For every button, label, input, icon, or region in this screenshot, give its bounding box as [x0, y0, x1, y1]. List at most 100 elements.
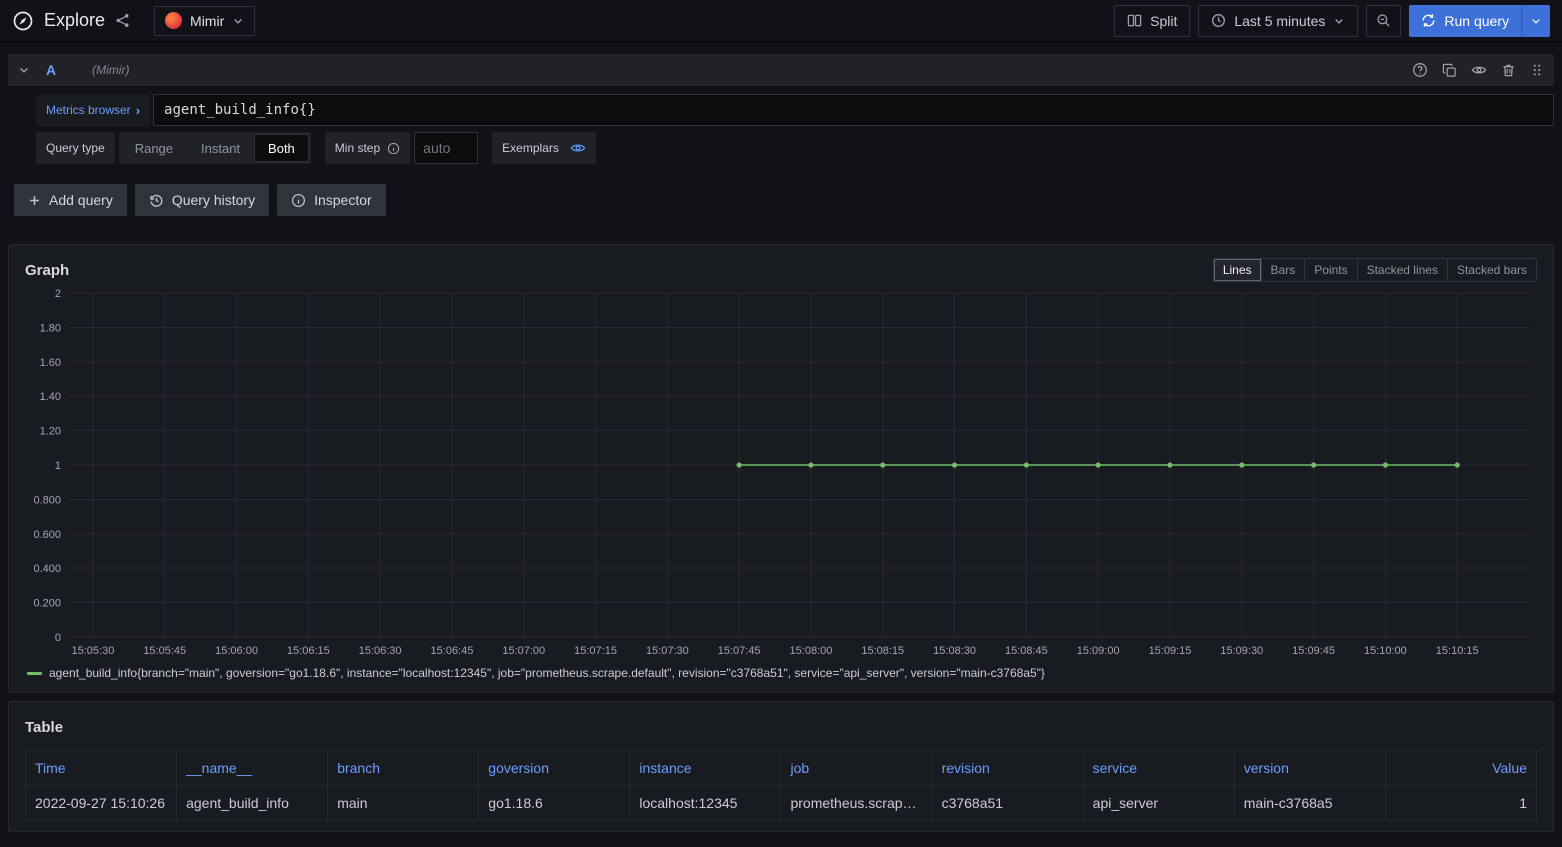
- table-panel-title: Table: [25, 719, 63, 736]
- disable-query-eye-icon[interactable]: [1471, 62, 1487, 78]
- table-cell: agent_build_info: [177, 786, 328, 821]
- y-tick-label: 1.80: [40, 322, 61, 334]
- metrics-browser-button[interactable]: Metrics browser ›: [36, 94, 150, 126]
- zoom-out-button[interactable]: [1366, 5, 1401, 37]
- drag-handle-icon[interactable]: [1530, 63, 1544, 77]
- inspector-button[interactable]: Inspector: [277, 184, 386, 216]
- legend-series-label[interactable]: agent_build_info{branch="main", goversio…: [49, 666, 1045, 680]
- min-step-input[interactable]: [414, 132, 478, 164]
- series-point: [1239, 462, 1244, 467]
- series-point: [737, 462, 742, 467]
- page-title: Explore: [44, 10, 105, 31]
- info-icon: [387, 142, 400, 155]
- x-tick-label: 15:07:00: [502, 645, 545, 657]
- x-tick-label: 15:07:15: [574, 645, 617, 657]
- series-point: [952, 462, 957, 467]
- query-type-option-both[interactable]: Both: [254, 134, 309, 162]
- query-datasource-hint: (Mimir): [92, 63, 129, 77]
- table-header-time[interactable]: Time: [26, 751, 177, 786]
- graph-mode-lines[interactable]: Lines: [1214, 259, 1261, 281]
- chevron-right-icon: ›: [136, 103, 140, 118]
- graph-mode-stacked-bars[interactable]: Stacked bars: [1447, 259, 1536, 281]
- copy-query-icon[interactable]: [1442, 63, 1457, 78]
- datasource-picker[interactable]: Mimir: [154, 6, 255, 36]
- run-query-dropdown[interactable]: [1521, 5, 1550, 37]
- graph-panel: Graph LinesBarsPointsStacked linesStacke…: [8, 244, 1554, 693]
- x-tick-label: 15:08:30: [933, 645, 976, 657]
- exemplars-toggle-eye-icon[interactable]: [570, 140, 586, 156]
- query-editor-header: A (Mimir): [8, 54, 1554, 86]
- x-tick-label: 15:10:15: [1436, 645, 1479, 657]
- y-tick-label: 0.200: [33, 598, 61, 610]
- table-header-service[interactable]: service: [1083, 751, 1234, 786]
- share-icon[interactable]: [115, 13, 130, 28]
- x-tick-label: 15:09:45: [1292, 645, 1335, 657]
- table-row: 2022-09-27 15:10:26agent_build_infomaing…: [26, 786, 1537, 821]
- query-expression-input[interactable]: [153, 94, 1554, 126]
- graph-panel-title: Graph: [25, 262, 69, 279]
- table-header-version[interactable]: version: [1234, 751, 1385, 786]
- table-header-name[interactable]: __name__: [177, 751, 328, 786]
- info-circle-icon: [291, 193, 306, 208]
- explore-compass-icon[interactable]: [12, 10, 34, 32]
- run-query-button[interactable]: Run query: [1409, 5, 1521, 37]
- series-point: [1096, 462, 1101, 467]
- x-tick-label: 15:07:45: [718, 645, 761, 657]
- table-header-revision[interactable]: revision: [932, 751, 1083, 786]
- graph-draw-mode-toggle: LinesBarsPointsStacked linesStacked bars: [1213, 258, 1537, 282]
- metrics-browser-label: Metrics browser: [46, 103, 131, 117]
- chevron-down-icon: [1530, 15, 1542, 27]
- mimir-logo-icon: [165, 12, 182, 29]
- table-cell: 2022-09-27 15:10:26: [26, 786, 177, 821]
- collapse-chevron-icon[interactable]: [18, 64, 30, 76]
- split-icon: [1127, 13, 1142, 28]
- table-header-goversion[interactable]: goversion: [479, 751, 630, 786]
- results-table: Time__name__branchgoversioninstancejobre…: [25, 750, 1537, 821]
- table-header-branch[interactable]: branch: [328, 751, 479, 786]
- query-history-button[interactable]: Query history: [135, 184, 269, 216]
- table-cell: localhost:12345: [630, 786, 781, 821]
- series-point: [808, 462, 813, 467]
- graph-mode-points[interactable]: Points: [1304, 259, 1356, 281]
- x-tick-label: 15:09:15: [1149, 645, 1192, 657]
- x-tick-label: 15:09:00: [1077, 645, 1120, 657]
- x-tick-label: 15:10:00: [1364, 645, 1407, 657]
- graph-legend: agent_build_info{branch="main", goversio…: [25, 663, 1537, 682]
- graph-mode-bars[interactable]: Bars: [1261, 259, 1305, 281]
- table-cell: prometheus.scrape....: [781, 786, 932, 821]
- y-tick-label: 1.20: [40, 426, 61, 438]
- split-button[interactable]: Split: [1114, 5, 1190, 37]
- exemplars-field: Exemplars: [492, 132, 596, 164]
- x-tick-label: 15:08:15: [861, 645, 904, 657]
- table-cell: 1: [1385, 786, 1536, 821]
- x-tick-label: 15:08:00: [790, 645, 833, 657]
- delete-query-trash-icon[interactable]: [1501, 63, 1516, 78]
- graph-canvas[interactable]: 00.2000.4000.6000.80011.201.401.601.8021…: [25, 285, 1537, 663]
- query-type-toggle: RangeInstantBoth: [119, 132, 311, 164]
- x-tick-label: 15:06:30: [359, 645, 402, 657]
- query-type-option-instant[interactable]: Instant: [187, 134, 254, 162]
- refresh-icon: [1421, 13, 1436, 28]
- run-query-group: Run query: [1409, 5, 1550, 37]
- time-range-picker[interactable]: Last 5 minutes: [1198, 5, 1358, 37]
- y-tick-label: 0.400: [33, 563, 61, 575]
- x-tick-label: 15:06:45: [431, 645, 474, 657]
- table-header-job[interactable]: job: [781, 751, 932, 786]
- table-header-value[interactable]: Value: [1385, 751, 1536, 786]
- table-cell: main: [328, 786, 479, 821]
- query-editor: A (Mimir): [8, 54, 1554, 164]
- add-query-button[interactable]: Add query: [14, 184, 127, 216]
- query-ref-id[interactable]: A: [40, 62, 56, 78]
- query-history-label: Query history: [172, 192, 255, 208]
- help-icon[interactable]: [1412, 62, 1428, 78]
- y-tick-label: 0.600: [33, 529, 61, 541]
- plus-icon: [28, 194, 41, 207]
- graph-mode-stacked-lines[interactable]: Stacked lines: [1357, 259, 1447, 281]
- table-header-instance[interactable]: instance: [630, 751, 781, 786]
- chevron-down-icon: [1333, 15, 1345, 27]
- inspector-label: Inspector: [314, 192, 372, 208]
- table-cell: c3768a51: [932, 786, 1083, 821]
- series-point: [880, 462, 885, 467]
- query-type-option-range[interactable]: Range: [121, 134, 187, 162]
- y-tick-label: 1.40: [40, 391, 61, 403]
